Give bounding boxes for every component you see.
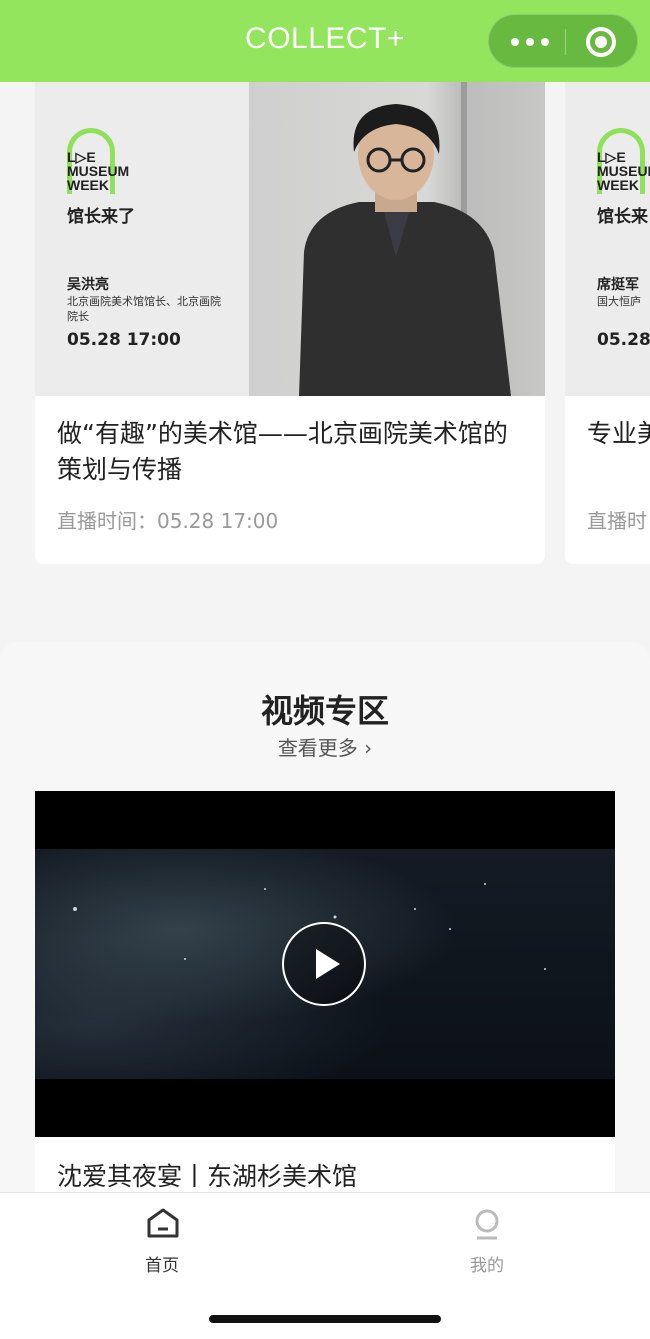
museum-week-logo-text: L▷E MUSEUM WEEK <box>597 149 650 193</box>
live-card[interactable]: L▷E MUSEUM WEEK 馆长来了 吴洪亮 北京画院美术馆馆长、北京画院院… <box>35 82 545 564</box>
menu-capsule <box>488 14 638 68</box>
home-icon <box>147 1208 179 1238</box>
tab-home[interactable]: 首页 <box>62 1193 262 1293</box>
poster-speaker: 吴洪亮 <box>67 277 109 293</box>
poster-brand: 馆长来 <box>597 207 648 227</box>
poster-role: 国大恒庐 <box>597 295 641 308</box>
live-title: 专业美的跨界 <box>587 419 650 448</box>
target-circle-icon[interactable] <box>586 27 616 57</box>
capsule-divider <box>565 29 566 55</box>
speaker-photo <box>249 82 545 396</box>
view-more-link[interactable]: 查看更多 › <box>0 732 650 761</box>
live-title: 做“有趣”的美术馆——北京画院美术馆的策划与传播 <box>57 419 508 484</box>
section-title: 视频专区 <box>260 692 389 730</box>
person-icon <box>475 1209 499 1240</box>
tab-mine-label: 我的 <box>470 1256 504 1276</box>
app-header: COLLECT+ <box>0 0 650 82</box>
live-poster: L▷E MUSEUM WEEK 馆长来了 吴洪亮 北京画院美术馆馆长、北京画院院… <box>35 82 545 396</box>
live-time: 直播时 <box>587 509 647 533</box>
poster-brand: 馆长来了 <box>67 207 135 227</box>
poster-datetime: 05.28 17:00 <box>67 330 181 350</box>
tab-mine[interactable]: 我的 <box>387 1193 587 1293</box>
live-carousel[interactable]: L▷E MUSEUM WEEK 馆长来了 吴洪亮 北京画院美术馆馆长、北京画院院… <box>0 82 650 628</box>
museum-week-logo-text: L▷E MUSEUM WEEK <box>67 149 130 193</box>
home-indicator <box>209 1315 441 1323</box>
poster-role: 北京画院美术馆馆长、北京画院院长 <box>67 295 221 323</box>
video-title: 沈爱其夜宴丨东湖杉美术馆 <box>57 1162 358 1191</box>
speaker-figure-icon <box>299 82 511 396</box>
poster-datetime: 05.28 <box>597 330 650 350</box>
live-card[interactable]: L▷E MUSEUM WEEK 馆长来 席挺军 国大恒庐 05.28 专业美的跨… <box>565 82 650 564</box>
tab-home-label: 首页 <box>145 1256 179 1276</box>
poster-speaker: 席挺军 <box>597 277 639 293</box>
video-section: 视频专区 查看更多 › 沈爱其夜宴丨东湖杉美术馆 <box>0 642 650 1211</box>
live-time: 直播时间：05.28 17:00 <box>57 509 279 533</box>
more-dots-icon[interactable] <box>511 31 549 53</box>
play-icon[interactable] <box>282 922 366 1006</box>
live-poster: L▷E MUSEUM WEEK 馆长来 席挺军 国大恒庐 05.28 <box>565 82 650 396</box>
video-player[interactable] <box>35 791 615 1137</box>
chevron-right-icon: › <box>364 736 373 760</box>
video-card[interactable]: 沈爱其夜宴丨东湖杉美术馆 <box>35 791 615 1211</box>
view-more-label: 查看更多 <box>277 736 358 760</box>
